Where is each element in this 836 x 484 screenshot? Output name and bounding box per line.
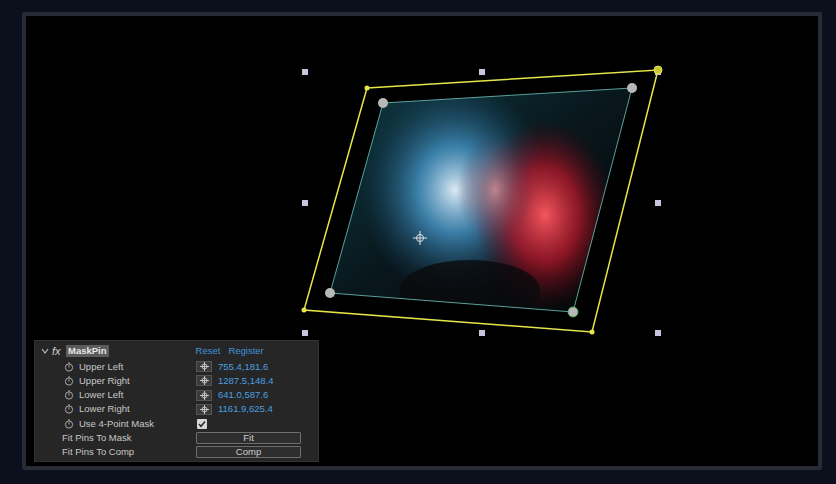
property-label: Lower Right [79, 402, 130, 416]
property-value-cell: 641.0,587.6 [196, 388, 268, 402]
property-row: Fit Pins To Comp Comp [35, 445, 318, 459]
property-label-cell: Upper Left [35, 360, 196, 374]
fit-button[interactable]: Comp [196, 446, 301, 458]
property-label: Lower Left [79, 388, 123, 402]
checkbox[interactable] [197, 419, 207, 429]
property-label-cell: Lower Right [35, 402, 196, 416]
property-row: Fit Pins To Mask Fit [35, 431, 318, 445]
point-value[interactable]: 1161.9,625.4 [218, 402, 273, 416]
property-value-cell: 1287.5,148.4 [196, 374, 273, 388]
point-picker-button[interactable] [196, 375, 212, 386]
point-picker-button[interactable] [196, 404, 212, 415]
property-label: Use 4-Point Mask [79, 417, 154, 431]
property-label-cell: Lower Left [35, 388, 196, 402]
point-value[interactable]: 755.4,181.6 [218, 360, 268, 374]
property-label: Fit Pins To Comp [62, 445, 134, 459]
pin-handles[interactable] [325, 83, 637, 317]
property-label-cell: Use 4-Point Mask [35, 417, 196, 431]
header-links: Reset Register [196, 344, 264, 358]
fx-toggle[interactable]: fx [52, 343, 64, 360]
property-row: Lower Left 641.0,587.6 [35, 388, 318, 402]
property-label-cell: Fit Pins To Mask [35, 431, 196, 445]
property-label: Upper Right [79, 374, 130, 388]
effect-name[interactable]: MaskPin [66, 345, 109, 357]
mask-path[interactable] [304, 70, 658, 332]
property-value-cell [196, 419, 207, 429]
point-value[interactable]: 1287.5,148.4 [218, 374, 273, 388]
photo-layer[interactable] [330, 80, 632, 320]
property-value-cell: Comp [196, 446, 301, 458]
mask-vertices[interactable] [302, 66, 663, 335]
point-picker-button[interactable] [196, 361, 212, 372]
twirl-icon[interactable] [39, 345, 51, 357]
point-value[interactable]: 641.0,587.6 [218, 388, 268, 402]
fit-button[interactable]: Fit [196, 432, 301, 444]
stopwatch-icon[interactable] [64, 362, 74, 372]
stopwatch-icon[interactable] [64, 404, 74, 414]
header-link[interactable]: Register [228, 344, 263, 358]
header-link[interactable]: Reset [196, 344, 221, 358]
property-label-cell: Upper Right [35, 374, 196, 388]
property-value-cell: 1161.9,625.4 [196, 402, 273, 416]
property-row: Lower Right 1161.9,625.4 [35, 402, 318, 416]
property-label-cell: Fit Pins To Comp [35, 445, 196, 459]
stopwatch-icon[interactable] [64, 419, 74, 429]
point-picker-button[interactable] [196, 390, 212, 401]
stopwatch-icon[interactable] [64, 390, 74, 400]
stopwatch-icon[interactable] [64, 376, 74, 386]
effect-header: fxMaskPin Reset Register [35, 343, 318, 360]
property-value-cell: Fit [196, 432, 301, 444]
effect-controls-panel: fxMaskPin Reset Register Upper Left 755.4,18… [34, 340, 319, 462]
property-row: Upper Right 1287.5,148.4 [35, 374, 318, 388]
photo-edge [330, 88, 632, 312]
property-row: Upper Left 755.4,181.6 [35, 360, 318, 374]
anchor-point-icon[interactable] [413, 231, 427, 245]
property-value-cell: 755.4,181.6 [196, 360, 268, 374]
property-label: Upper Left [79, 360, 123, 374]
property-label: Fit Pins To Mask [62, 431, 132, 445]
bounding-box-handles[interactable] [302, 69, 661, 336]
property-row: Use 4-Point Mask [35, 417, 318, 431]
